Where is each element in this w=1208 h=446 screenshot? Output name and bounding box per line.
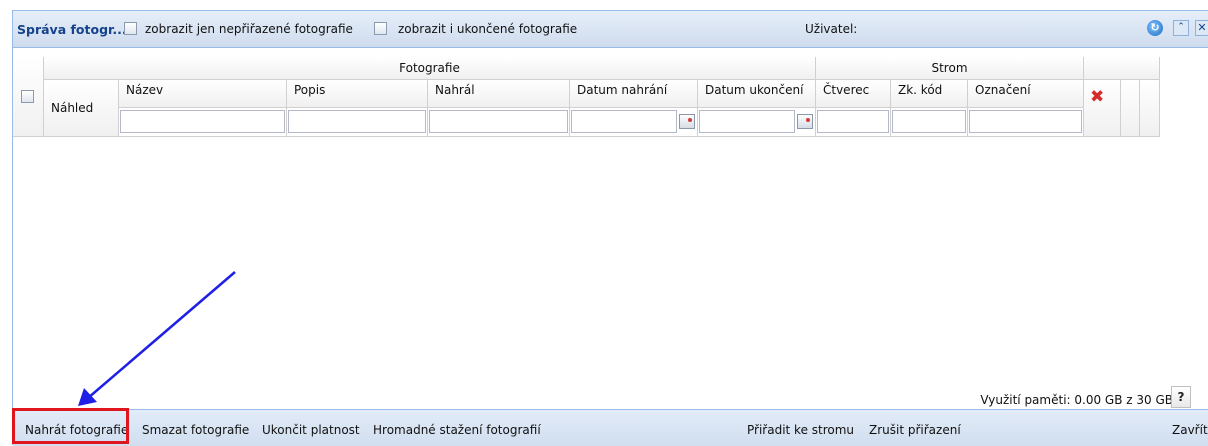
annotation-arrow-icon xyxy=(78,271,236,406)
